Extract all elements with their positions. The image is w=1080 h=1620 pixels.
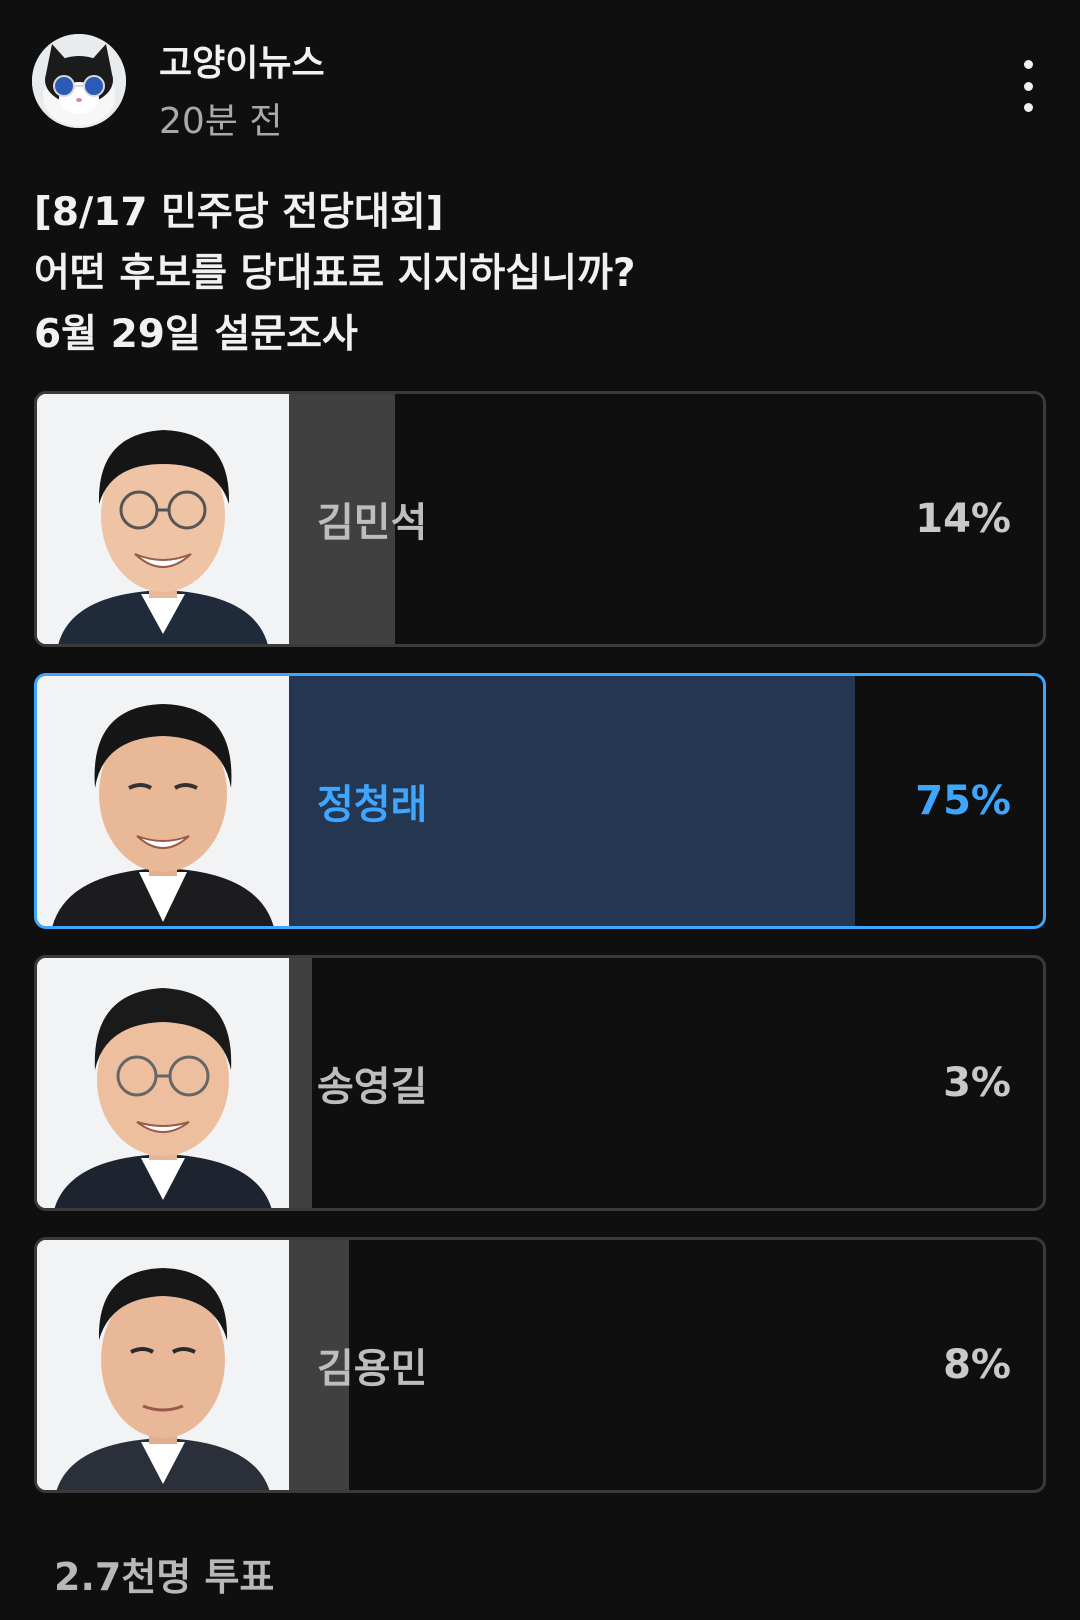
candidate-photo xyxy=(37,958,289,1208)
result-bar xyxy=(289,958,312,1208)
poll-option[interactable]: 정청래 75% xyxy=(34,673,1046,929)
candidate-photo xyxy=(37,394,289,644)
candidate-name: 김용민 xyxy=(317,1346,428,1392)
candidate-name: 김민석 xyxy=(317,500,428,546)
more-vertical-icon-dot xyxy=(1023,103,1033,112)
poll-option[interactable]: 송영길 3% xyxy=(34,955,1046,1211)
result-bar-area: 김용민 8% xyxy=(289,1240,1043,1490)
poll-question-line: [8/17 민주당 전당대회] xyxy=(34,190,444,235)
result-bar-area: 김민석 14% xyxy=(289,394,1043,644)
vote-percentage: 8% xyxy=(943,1342,1011,1388)
candidate-photo xyxy=(37,1240,289,1490)
poll-question: [8/17 민주당 전당대회] 어떤 후보를 당대표로 지지하십니까? 6월 2… xyxy=(34,182,1034,365)
poll-options: 김민석 14% 정청래 75% 송영길 3% 김용민 8% xyxy=(34,391,1046,1519)
cat-with-sunglasses-avatar-icon xyxy=(32,34,126,128)
poll-question-line: 어떤 후보를 당대표로 지지하십니까? xyxy=(34,251,636,296)
vote-percentage: 3% xyxy=(943,1060,1011,1106)
candidate-name: 정청래 xyxy=(317,782,428,828)
more-vertical-icon xyxy=(1023,60,1033,69)
poll-option[interactable]: 김민석 14% xyxy=(34,391,1046,647)
vote-percentage: 14% xyxy=(915,496,1011,542)
channel-avatar[interactable] xyxy=(32,34,126,128)
result-bar-area: 송영길 3% xyxy=(289,958,1043,1208)
poll-question-line: 6월 29일 설문조사 xyxy=(34,312,358,357)
more-options-button[interactable] xyxy=(1008,56,1048,116)
post-timestamp: 20분 전 xyxy=(159,101,283,142)
poll-option[interactable]: 김용민 8% xyxy=(34,1237,1046,1493)
channel-name[interactable]: 고양이뉴스 xyxy=(159,34,325,86)
result-bar-area: 정청래 75% xyxy=(289,676,1043,926)
candidate-name: 송영길 xyxy=(317,1064,428,1110)
post-header: 고양이뉴스 20분 전 xyxy=(32,34,1048,142)
more-vertical-icon-dot xyxy=(1023,81,1033,91)
vote-count: 2.7천명 투표 xyxy=(54,1555,275,1599)
candidate-photo xyxy=(37,676,289,926)
vote-percentage: 75% xyxy=(915,778,1011,824)
